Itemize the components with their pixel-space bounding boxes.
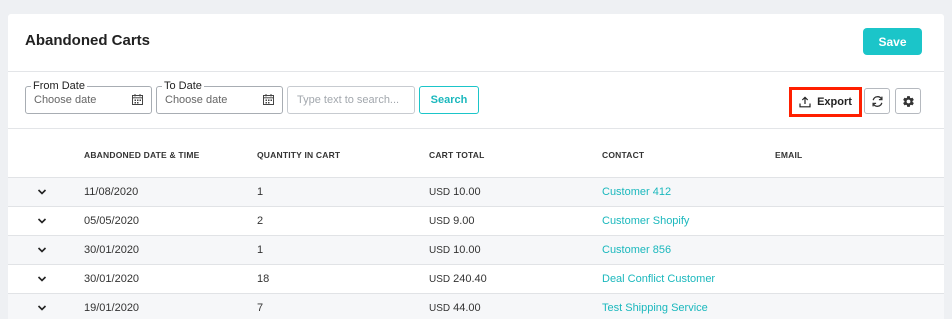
- chevron-down-icon[interactable]: [36, 186, 48, 198]
- cell-date: 19/01/2020: [84, 302, 140, 314]
- from-date-placeholder: Choose date: [34, 94, 97, 106]
- carts-table: ABANDONED DATE & TIME QUANTITY IN CART C…: [8, 128, 944, 319]
- contact-link[interactable]: Deal Conflict Customer: [602, 273, 715, 285]
- settings-button[interactable]: [895, 88, 921, 114]
- cell-quantity: 1: [257, 186, 264, 198]
- to-date-placeholder: Choose date: [165, 94, 228, 106]
- cell-quantity: 7: [257, 302, 264, 314]
- calendar-icon[interactable]: [132, 94, 143, 105]
- chevron-down-icon[interactable]: [36, 244, 48, 256]
- upload-icon: [799, 96, 811, 108]
- cell-date: 05/05/2020: [84, 215, 140, 227]
- currency-code: USD: [429, 245, 451, 256]
- refresh-icon: [871, 95, 883, 107]
- from-date-field[interactable]: From Date Choose date: [25, 79, 152, 114]
- search-input[interactable]: [287, 86, 415, 114]
- contact-link[interactable]: Test Shipping Service: [602, 302, 708, 314]
- abandoned-carts-card: Abandoned Carts Save From Date Choose da…: [8, 14, 944, 319]
- cell-date: 30/01/2020: [84, 244, 140, 256]
- refresh-button[interactable]: [864, 88, 890, 114]
- cell-cart-total: USD 10.00: [429, 244, 481, 256]
- cell-date: 11/08/2020: [84, 186, 139, 198]
- cell-date: 30/01/2020: [84, 273, 140, 285]
- save-button[interactable]: Save: [863, 28, 922, 55]
- gear-icon: [902, 95, 914, 107]
- cell-cart-total: USD 9.00: [429, 215, 475, 227]
- chevron-down-icon[interactable]: [36, 215, 48, 227]
- card-header: Abandoned Carts Save: [8, 14, 944, 72]
- currency-code: USD: [429, 187, 451, 198]
- contact-link[interactable]: Customer 412: [602, 186, 671, 198]
- total-amount: 44.00: [453, 302, 481, 314]
- export-label: Export: [817, 96, 852, 108]
- cell-cart-total: USD 240.40: [429, 273, 487, 285]
- column-header-email[interactable]: EMAIL: [775, 150, 802, 160]
- table-row: 05/05/2020 2 USD 9.00 Customer Shopify: [8, 206, 944, 235]
- currency-code: USD: [429, 216, 451, 227]
- table-row: 30/01/2020 18 USD 240.40 Deal Conflict Cu…: [8, 264, 944, 293]
- table-row: 19/01/2020 7 USD 44.00 Test Shipping Serv…: [8, 293, 944, 319]
- total-amount: 10.00: [453, 186, 481, 198]
- currency-code: USD: [429, 274, 451, 285]
- contact-link[interactable]: Customer 856: [602, 244, 671, 256]
- currency-code: USD: [429, 303, 451, 314]
- cell-cart-total: USD 10.00: [429, 186, 481, 198]
- column-header-cart-total[interactable]: CART TOTAL: [429, 150, 485, 160]
- total-amount: 240.40: [453, 273, 487, 285]
- table-row: 30/01/2020 1 USD 10.00 Customer 856: [8, 235, 944, 264]
- total-amount: 10.00: [453, 244, 481, 256]
- search-button[interactable]: Search: [419, 86, 479, 114]
- cell-quantity: 2: [257, 215, 264, 227]
- filter-toolbar: From Date Choose date To Date Choose dat…: [8, 72, 944, 128]
- calendar-icon[interactable]: [263, 94, 274, 105]
- column-header-quantity[interactable]: QUANTITY IN CART: [257, 150, 340, 160]
- cell-cart-total: USD 44.00: [429, 302, 481, 314]
- total-amount: 9.00: [453, 215, 475, 227]
- table-header: ABANDONED DATE & TIME QUANTITY IN CART C…: [8, 128, 944, 177]
- cell-quantity: 18: [257, 273, 270, 285]
- contact-link[interactable]: Customer Shopify: [602, 215, 689, 227]
- page-title: Abandoned Carts: [25, 32, 151, 49]
- export-button[interactable]: Export: [789, 87, 862, 117]
- from-date-label: From Date: [31, 79, 87, 93]
- chevron-down-icon[interactable]: [36, 273, 48, 285]
- cell-quantity: 1: [257, 244, 264, 256]
- to-date-field[interactable]: To Date Choose date: [156, 79, 283, 114]
- to-date-label: To Date: [162, 79, 204, 93]
- table-row: 11/08/2020 1 USD 10.00 Customer 412: [8, 177, 944, 206]
- chevron-down-icon[interactable]: [36, 302, 48, 314]
- column-header-contact[interactable]: CONTACT: [602, 150, 644, 160]
- column-header-date[interactable]: ABANDONED DATE & TIME: [84, 150, 199, 160]
